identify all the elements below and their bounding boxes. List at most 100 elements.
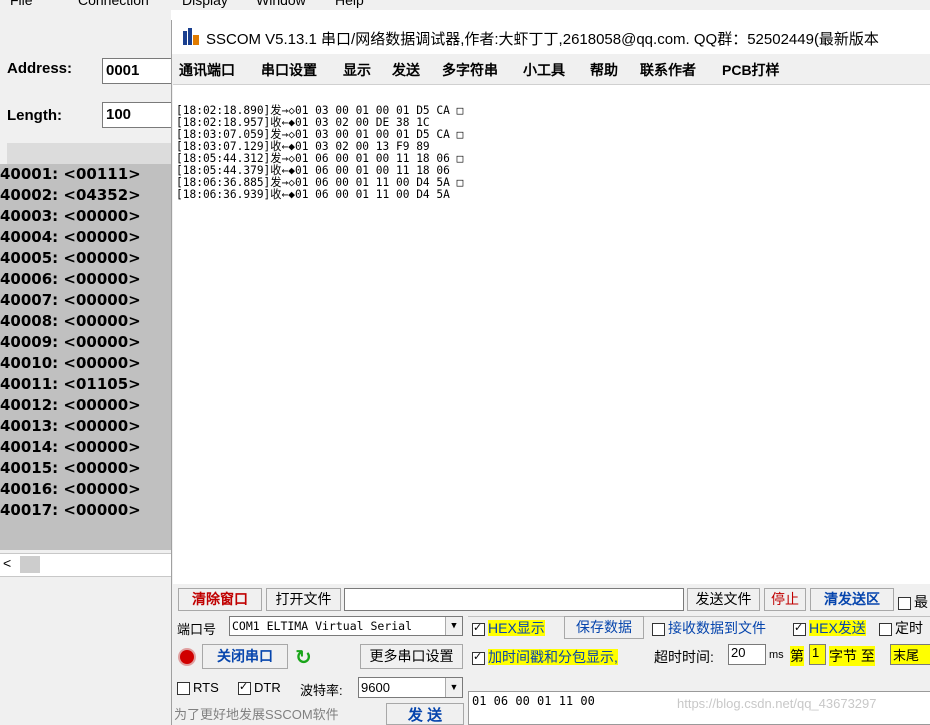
menu-tools[interactable]: 小工具 [523,60,565,80]
ms-label: ms [769,649,784,661]
register-row: 40013: <00000> [0,417,141,435]
timeout-input[interactable]: 20 [728,644,766,665]
menu-display[interactable]: 显示 [343,60,371,80]
register-row: 40012: <00000> [0,396,141,414]
di-label: 第 [790,646,804,666]
timed-send-box[interactable] [879,622,892,636]
bg-menu-file[interactable]: File [10,0,33,8]
register-row: 40009: <00000> [0,333,141,351]
timeout-label: 超时时间: [654,649,714,665]
last-label: 最 [914,594,928,610]
title-bar[interactable]: SSCOM V5.13.1 串口/网络数据调试器,作者:大虾丁丁,2618058… [172,20,930,54]
sscom-logo-icon [183,28,199,45]
timestamp-box[interactable] [472,650,485,665]
register-row: 40008: <00000> [0,312,141,330]
menu-help[interactable]: 帮助 [590,60,618,80]
rts-checkbox[interactable]: RTS [177,680,219,696]
byte-index-input[interactable]: 1 [809,644,826,665]
menu-contact-author[interactable]: 联系作者 [640,60,696,80]
more-settings-button[interactable]: 更多串口设置 [360,644,463,669]
baud-label: 波特率: [300,683,343,698]
last-checkbox[interactable]: 最 [898,592,928,612]
register-row: 40017: <00000> [0,501,141,519]
recv-to-file-checkbox[interactable]: 接收数据到文件 [652,618,766,638]
menu-send[interactable]: 发送 [392,60,420,80]
register-row: 40015: <00000> [0,459,141,477]
send-file-button[interactable]: 发送文件 [687,588,760,611]
sscom-window: SSCOM V5.13.1 串口/网络数据调试器,作者:大虾丁丁,2618058… [171,20,930,725]
clear-window-button[interactable]: 清除窗口 [178,588,262,611]
bg-menu-help[interactable]: Help [335,0,364,8]
hex-display-label: HEX显示 [488,620,545,636]
bg-menu-display[interactable]: Display [182,0,228,8]
save-data-button[interactable]: 保存数据 [564,616,644,639]
rts-box[interactable] [177,682,190,696]
sscom-menubar: 通讯端口 串口设置 显示 发送 多字符串 小工具 帮助 联系作者 PCB打样 [172,54,930,82]
menu-comm-port[interactable]: 通讯端口 [179,60,235,80]
timestamp-label: 加时间戳和分包显示, [488,649,618,665]
bg-menu-window[interactable]: Window [256,0,306,8]
promo-text: 为了更好地发展SSCOM软件 [174,707,339,722]
rts-label: RTS [193,680,219,695]
clear-send-area-button[interactable]: 清发送区 [810,588,894,611]
register-row: 40016: <00000> [0,480,141,498]
bg-menu-connection[interactable]: Connection [78,0,149,8]
register-row: 40007: <00000> [0,291,141,309]
header-strip [7,143,171,165]
recv-to-file-label: 接收数据到文件 [668,620,766,636]
dtr-checkbox[interactable]: DTR [238,680,281,696]
divider [468,616,930,617]
register-list[interactable]: 40001: <00111> 40002: <04352> 40003: <00… [0,164,171,550]
hex-send-checkbox[interactable]: HEX发送 [793,618,866,638]
port-status-icon [180,650,194,664]
hex-send-label: HEX发送 [809,620,866,636]
length-input[interactable]: 100 [102,102,171,128]
recv-to-file-box[interactable] [652,622,665,636]
register-row: 40001: <00111> [0,165,141,183]
chevron-down-icon[interactable]: ▼ [445,617,462,635]
menu-multi-string[interactable]: 多字符串 [442,60,498,80]
scroll-thumb[interactable] [20,556,40,573]
byte-range-label: 字节 至 [829,646,875,666]
timed-send-checkbox[interactable]: 定时 [879,618,923,638]
log-line: [18:06:36.939]收←◆01 06 00 01 11 00 D4 5A [176,188,450,201]
chevron-down-icon[interactable]: ▼ [445,678,462,697]
register-row: 40011: <01105> [0,375,141,393]
baud-select[interactable]: 9600 ▼ [358,677,463,698]
menu-serial-settings[interactable]: 串口设置 [261,60,317,80]
hex-display-box[interactable] [472,621,485,636]
port-label: 端口号 [177,622,217,637]
address-input[interactable]: 0001 [102,58,171,84]
timestamp-checkbox[interactable]: 加时间戳和分包显示, [472,647,618,667]
hex-send-box[interactable] [793,621,806,636]
open-file-button[interactable]: 打开文件 [266,588,341,611]
watermark: https://blog.csdn.net/qq_43673297 [677,696,877,711]
timed-label: 定时 [895,620,923,636]
register-row: 40003: <00000> [0,207,141,225]
register-row: 40010: <00000> [0,354,141,372]
register-row: 40005: <00000> [0,249,141,267]
dtr-box[interactable] [238,680,251,696]
stop-button[interactable]: 停止 [764,588,806,611]
horizontal-scrollbar[interactable]: < [0,553,171,577]
refresh-icon[interactable]: ↻ [295,645,312,670]
scroll-left-arrow-icon[interactable]: < [3,555,11,571]
hex-display-checkbox[interactable]: HEX显示 [472,618,545,638]
end-select[interactable]: 末尾 [890,644,930,665]
menu-pcb[interactable]: PCB打样 [722,60,780,80]
register-row: 40004: <00000> [0,228,141,246]
close-port-button[interactable]: 关闭串口 [202,644,288,669]
send-button[interactable]: 发 送 [386,703,464,725]
length-label: Length: [7,107,62,124]
port-select[interactable]: COM1 ELTIMA Virtual Serial ▼ [229,616,463,636]
baud-value: 9600 [361,680,390,695]
register-row: 40006: <00000> [0,270,141,288]
port-value: COM1 ELTIMA Virtual Serial [232,619,413,633]
register-row: 40014: <00000> [0,438,141,456]
window-title: SSCOM V5.13.1 串口/网络数据调试器,作者:大虾丁丁,2618058… [206,31,879,48]
bg-menubar: File Connection Display Window Help [0,0,930,10]
file-path-input[interactable] [344,588,684,611]
receive-area[interactable]: [18:02:18.890]发→◇01 03 00 01 00 01 D5 CA… [173,84,930,585]
address-label: Address: [7,60,73,77]
last-checkbox-box[interactable] [898,596,911,610]
